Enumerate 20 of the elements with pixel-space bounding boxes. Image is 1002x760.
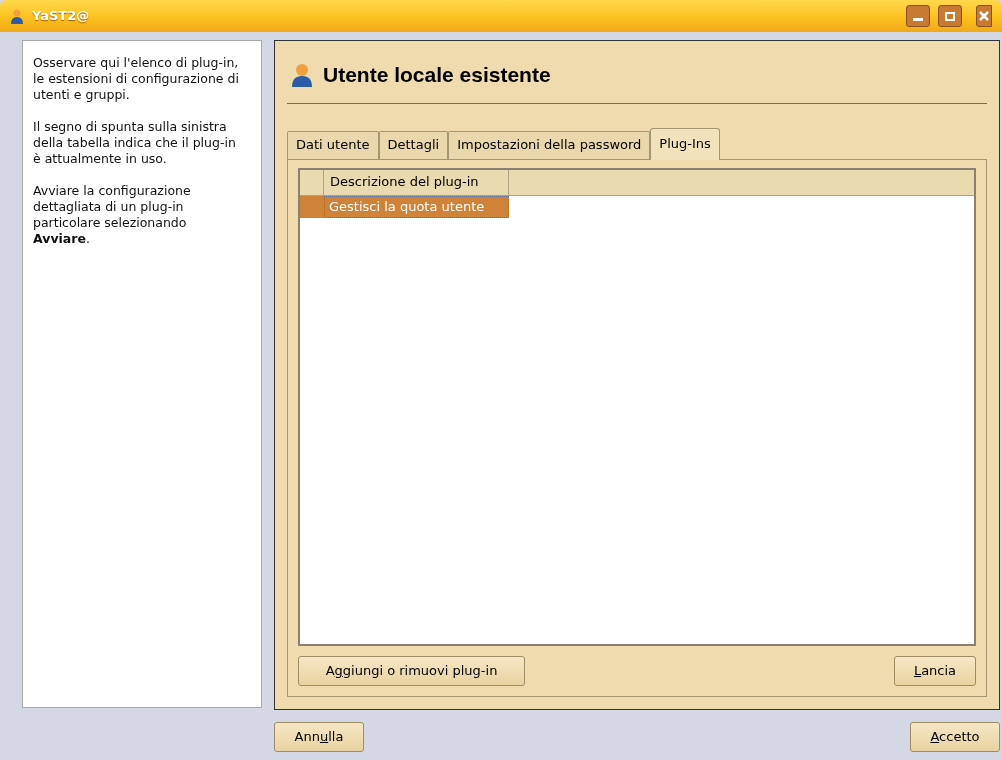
user-icon bbox=[10, 8, 24, 24]
close-button[interactable] bbox=[976, 5, 992, 27]
tab[interactable]: Impostazioni della password bbox=[448, 130, 651, 159]
accept-button[interactable]: Accetto bbox=[910, 722, 1000, 752]
tab[interactable]: Dati utente bbox=[287, 130, 379, 159]
maximize-button[interactable] bbox=[938, 5, 962, 27]
close-icon bbox=[979, 11, 989, 21]
tab[interactable]: Plug-Ins bbox=[650, 127, 720, 160]
help-text: Il segno di spunta sulla sinistra della tabella indica che il plug-in è attualmente in uso. bbox=[33, 119, 237, 167]
window-title: YaST2@ bbox=[32, 7, 90, 26]
help-text: Avviare la configurazione dettagliata di un plug-in particolare selezionando Avviare. bbox=[33, 183, 192, 247]
launch-button[interactable]: Lancia bbox=[894, 656, 976, 686]
page-heading: Utente locale esistente bbox=[323, 62, 551, 88]
tab[interactable]: Dettagli bbox=[378, 130, 449, 159]
user-icon bbox=[291, 62, 313, 87]
add-remove-plugin-button[interactable]: Aggiungi o rimuovi plug-in bbox=[298, 656, 525, 686]
minimize-button[interactable] bbox=[906, 5, 930, 27]
cancel-button[interactable]: Annulla bbox=[274, 722, 364, 752]
help-text: Osservare qui l'elenco di plug-in, le estensioni di configurazione di utenti e gruppi. bbox=[33, 55, 240, 103]
check-cell[interactable] bbox=[300, 195, 324, 218]
